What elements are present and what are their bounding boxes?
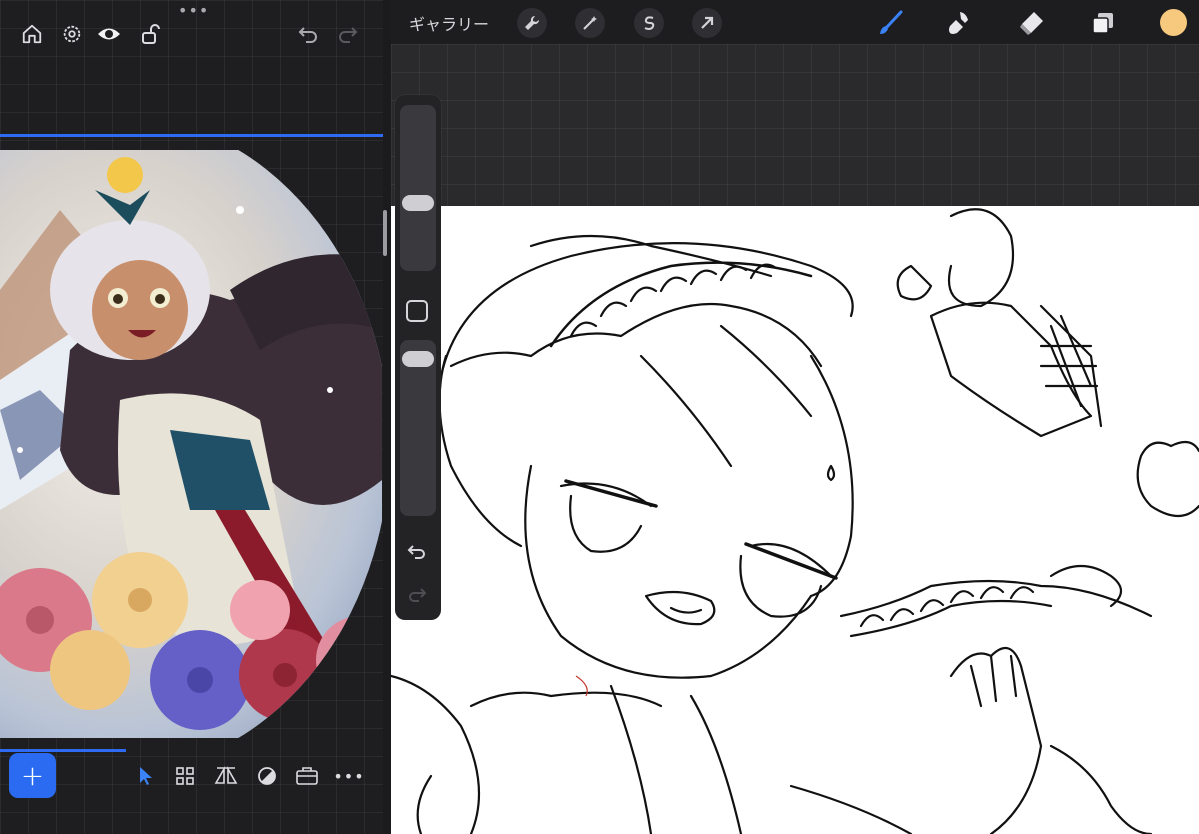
brush-size-slider[interactable] [400,105,436,271]
gallery-button[interactable]: ギャラリー [409,11,489,35]
smudge-icon[interactable] [945,8,975,38]
reference-artwork[interactable] [0,150,382,738]
lineart-sketch [391,208,1199,834]
transform-arrow-icon[interactable] [692,8,722,38]
add-button-label: + [20,758,45,792]
settings-icon[interactable] [58,20,86,48]
wrench-icon[interactable] [517,8,547,38]
brush-icon[interactable] [875,8,905,38]
procreate-sidebar [395,95,441,620]
color-picker-swatch[interactable] [1160,9,1187,36]
opacity-knob[interactable] [402,351,434,367]
drawing-canvas[interactable] [391,206,1199,834]
grid-icon[interactable] [172,763,198,789]
procreate-toolbar: ギャラリー [391,0,1199,44]
undo-icon[interactable] [405,540,429,564]
more-label: ••• [333,766,365,786]
magic-wand-icon[interactable] [575,8,605,38]
selection-guide-bottom [0,749,126,752]
selection-guide-top [0,134,383,137]
more-icon[interactable]: ••• [333,763,365,789]
home-icon[interactable] [18,20,46,48]
selection-icon[interactable] [634,8,664,38]
multitask-handle[interactable]: ••• [178,3,209,19]
eye-icon[interactable] [95,20,123,48]
reference-artwork-image [0,157,382,730]
unlock-icon[interactable] [136,20,164,48]
brush-size-knob[interactable] [402,195,434,211]
canvas-area[interactable] [391,44,1199,834]
split-view-divider-handle[interactable] [383,210,387,256]
pointer-icon[interactable] [133,763,159,789]
add-button[interactable]: + [9,753,56,798]
redo-icon[interactable] [334,20,362,48]
eraser-icon[interactable] [1017,8,1047,38]
redo-icon[interactable] [405,583,429,607]
flip-icon[interactable] [213,763,239,789]
undo-icon[interactable] [294,20,322,48]
layers-icon[interactable] [1088,8,1118,38]
reference-app-pane: ••• + ••• [0,0,383,834]
procreate-pane: ギャラリー [391,0,1199,834]
modify-square-icon[interactable] [406,300,428,322]
briefcase-icon[interactable] [294,763,320,789]
contrast-icon[interactable] [254,763,280,789]
